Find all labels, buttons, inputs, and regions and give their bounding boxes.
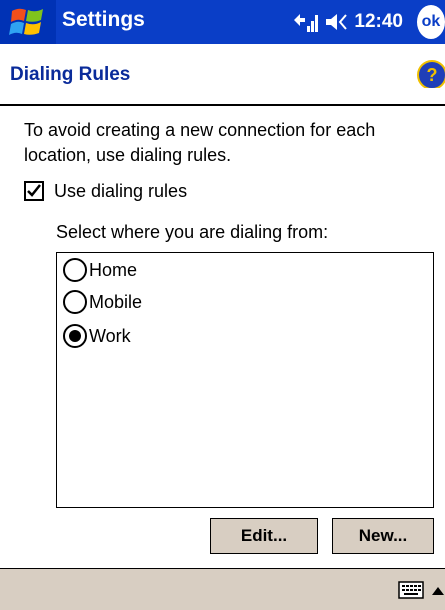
- location-option-label[interactable]: Mobile: [89, 292, 142, 313]
- app-title[interactable]: Settings: [62, 8, 145, 32]
- ok-button[interactable]: ok: [411, 0, 445, 44]
- new-button[interactable]: New...: [332, 518, 434, 554]
- checkmark-icon: [27, 184, 41, 197]
- location-option-home[interactable]: Home: [63, 255, 137, 285]
- use-dialing-rules-checkbox[interactable]: [24, 181, 44, 201]
- connectivity-icon[interactable]: [290, 0, 322, 44]
- windows-flag-icon: [9, 8, 43, 35]
- location-option-label[interactable]: Home: [89, 260, 137, 281]
- ok-label: ok: [417, 5, 445, 39]
- radio-selected-dot: [69, 330, 81, 342]
- keyboard-icon[interactable]: [398, 580, 424, 600]
- radio-mobile[interactable]: [63, 290, 87, 314]
- location-option-work[interactable]: Work: [63, 321, 131, 351]
- page-header: Dialing Rules ?: [0, 44, 445, 104]
- radio-home[interactable]: [63, 258, 87, 282]
- header-divider: [0, 104, 445, 106]
- start-button[interactable]: [0, 0, 56, 44]
- page-title: Dialing Rules: [10, 64, 131, 85]
- use-dialing-rules-label[interactable]: Use dialing rules: [54, 181, 187, 202]
- use-dialing-rules-row[interactable]: Use dialing rules: [24, 178, 187, 204]
- location-option-label[interactable]: Work: [89, 326, 131, 347]
- speaker-icon[interactable]: [322, 0, 350, 44]
- radio-work[interactable]: [63, 324, 87, 348]
- location-select-label: Select where you are dialing from:: [56, 222, 329, 242]
- status-area: 12:40 ok: [290, 0, 445, 44]
- title-bar: Settings 12:40 ok: [0, 0, 445, 44]
- help-symbol: ?: [417, 60, 445, 88]
- clock[interactable]: 12:40: [354, 11, 403, 33]
- location-option-mobile[interactable]: Mobile: [63, 287, 142, 317]
- edit-button[interactable]: Edit...: [210, 518, 318, 554]
- menu-bar: [0, 569, 445, 610]
- sip-arrow-icon[interactable]: [431, 586, 445, 596]
- location-listbox[interactable]: Home Mobile Work: [56, 252, 434, 508]
- description-text: To avoid creating a new connection for e…: [24, 120, 376, 165]
- help-icon[interactable]: ?: [417, 60, 445, 88]
